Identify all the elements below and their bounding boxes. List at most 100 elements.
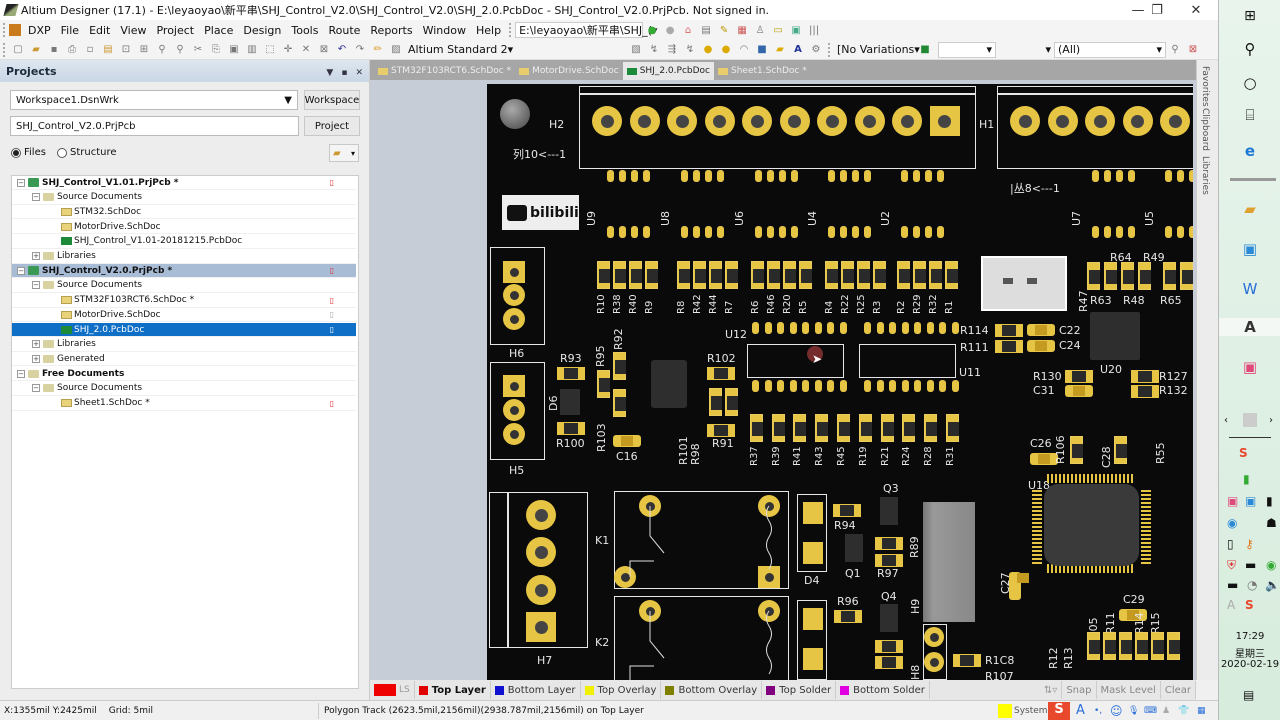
notification-icon[interactable]: ▤	[1243, 688, 1254, 702]
favorites-tab[interactable]: Favorites	[1200, 66, 1210, 107]
ime-mode-icon[interactable]: A	[1227, 598, 1235, 612]
tray-scrollbar[interactable]	[1243, 413, 1257, 427]
collapse-icon[interactable]: −	[32, 281, 40, 290]
qq-icon[interactable]: ☗	[1266, 516, 1277, 530]
tab-stm32f103rct6-schdoc[interactable]: STM32F103RCT6.SchDoc *	[374, 62, 515, 80]
pin-icon[interactable]: ▪	[341, 68, 347, 78]
mask-level-button[interactable]: Mask Level	[1097, 681, 1161, 699]
zoom-area-icon[interactable]: ⊞	[137, 43, 151, 57]
tab-shj-2-0-pcbdoc[interactable]: SHJ_2.0.PcbDoc	[622, 62, 714, 80]
emoji-icon[interactable]: ☺	[1110, 704, 1123, 718]
redo-icon[interactable]: ↷	[353, 43, 367, 57]
tree-item[interactable]: + Generated	[12, 352, 356, 367]
collapse-icon[interactable]: −	[17, 178, 25, 187]
tree-item[interactable]: STM32F103RCT6.SchDoc * ▯	[12, 294, 356, 308]
open-icon[interactable]: ▰	[29, 43, 43, 57]
ime-chinese-icon[interactable]: A	[1076, 703, 1085, 718]
tree-item[interactable]: MotorDrive.SchDoc ▯	[12, 308, 356, 323]
menu-route[interactable]: Route	[323, 24, 365, 37]
pad-icon[interactable]: ●	[701, 43, 715, 57]
open-folder-button[interactable]: ▰ ▾	[329, 144, 359, 162]
copy-icon[interactable]: ⎘	[209, 43, 223, 57]
menu-help[interactable]: Help	[471, 24, 506, 37]
usb-icon[interactable]: ▮	[1243, 472, 1250, 486]
workspace-button[interactable]: Workspace	[304, 90, 360, 110]
toolbox-icon[interactable]: ▦	[1197, 706, 1206, 716]
rubber-stamp-icon[interactable]: ▥	[245, 43, 259, 57]
tree-item[interactable]: − Free Documents	[12, 367, 356, 382]
layer-tab[interactable]: Top Overlay	[581, 681, 662, 699]
route-tool-icon[interactable]: ✎	[717, 23, 731, 37]
display-icon[interactable]: ▬	[1245, 558, 1256, 572]
files-radio[interactable]: Files	[11, 147, 46, 158]
wps-icon[interactable]: W	[1219, 280, 1280, 298]
distribute-icon[interactable]: ▭	[771, 23, 785, 37]
clear-filter-icon[interactable]: ⊠	[1186, 43, 1200, 57]
open-project-icon[interactable]: ▤	[101, 43, 115, 57]
menu-place[interactable]: Place	[199, 24, 238, 37]
clock-time[interactable]: 17:29	[1219, 631, 1280, 642]
expand-icon[interactable]: +	[32, 354, 40, 363]
sogou-tray-icon-2[interactable]: S	[1245, 598, 1254, 612]
phone-icon[interactable]: ▮	[1266, 494, 1273, 508]
arc-icon[interactable]: ◠	[737, 43, 751, 57]
clipboard-tab[interactable]: Clipboard	[1200, 108, 1210, 151]
menu-edit[interactable]: Edit	[84, 24, 115, 37]
polygon-icon[interactable]: ▰	[773, 43, 787, 57]
tree-item[interactable]: + Libraries	[12, 338, 356, 352]
tree-item[interactable]: + Libraries	[12, 250, 356, 264]
menu-reports[interactable]: Reports	[365, 24, 417, 37]
ime-punct-icon[interactable]: •,	[1094, 706, 1102, 716]
snap-button[interactable]: Snap	[1062, 681, 1097, 699]
interactive-route-icon[interactable]: ↯	[647, 43, 661, 57]
security-shield-icon[interactable]: ⛨	[1227, 558, 1236, 573]
align-icon[interactable]: ▦	[735, 23, 749, 37]
clock-date[interactable]: 2020-02-19	[1219, 659, 1280, 670]
toolbar-grip[interactable]	[3, 23, 6, 37]
project-field[interactable]: SHJ_Control_V2.0.PrjPcb	[10, 116, 299, 136]
layer-tab[interactable]: Bottom Overlay	[661, 681, 763, 699]
clear-button[interactable]: Clear	[1161, 681, 1196, 699]
close-button[interactable]: ✕	[1176, 0, 1216, 20]
home-icon[interactable]: ⌂	[681, 23, 695, 37]
altium-taskbar-icon[interactable]: A	[1219, 318, 1280, 336]
windows-start-icon[interactable]: ⊞	[1219, 8, 1280, 24]
battery-icon[interactable]: ▬	[1227, 578, 1238, 592]
zoom-fit-icon[interactable]: ⊡	[119, 43, 133, 57]
string-icon[interactable]: A	[791, 43, 805, 57]
bars-icon[interactable]: |||	[807, 23, 821, 37]
scroll-right-icon[interactable]: ›	[1269, 415, 1273, 426]
libraries-tab[interactable]: Libraries	[1200, 156, 1210, 195]
board-icon[interactable]: ■	[918, 43, 932, 57]
select-area-icon[interactable]: ⬚	[263, 43, 277, 57]
expand-icon[interactable]: +	[32, 340, 40, 349]
tab-sheet1-schdoc[interactable]: Sheet1.SchDoc *	[714, 62, 811, 80]
component-icon[interactable]: ♙	[753, 23, 767, 37]
menu-dxp[interactable]: DXP	[23, 24, 56, 37]
variations-combo[interactable]: [No Variations ▾	[834, 42, 920, 58]
deselect-icon[interactable]: ✕	[299, 43, 313, 57]
update-icon[interactable]: ◉	[1266, 558, 1276, 572]
layer-tab[interactable]: Bottom Solder	[836, 681, 930, 699]
system-label[interactable]: System	[1014, 706, 1048, 716]
tab-motordrive-schdoc[interactable]: MotorDrive.SchDoc	[515, 62, 623, 80]
scroll-left-icon[interactable]: ‹	[1224, 415, 1228, 426]
layer-tab[interactable]: Top Layer	[415, 681, 491, 699]
tree-item[interactable]: SHJ_2.0.PcbDoc ▯	[12, 323, 356, 337]
layer-options-icon[interactable]: ⇅▿	[1040, 681, 1063, 699]
search-icon[interactable]: ⚲	[1219, 40, 1280, 58]
zoom-filter-icon[interactable]: ⚲	[173, 43, 187, 57]
apply-filter-icon[interactable]: ⚲	[1168, 43, 1182, 57]
pcb-3d-view[interactable]: H2 列10<---1 H1 |丛8<---1 bilibili R47 R64…	[487, 84, 1193, 680]
clear-filter-icon[interactable]: ⊠	[317, 43, 331, 57]
collapse-icon[interactable]: −	[17, 369, 25, 378]
clock-weekday[interactable]: 星期三	[1219, 645, 1280, 660]
microphone-icon[interactable]: 🎙	[1128, 706, 1139, 716]
menu-window[interactable]: Window	[418, 24, 471, 37]
panel-close-icon[interactable]: ✕	[355, 68, 363, 78]
tree-item[interactable]: − Source Documents	[12, 279, 356, 293]
tree-item[interactable]: − SHJ_Control_V1.01.PrjPcb * ▯	[12, 176, 356, 190]
keyboard-icon[interactable]: ⌨	[1144, 706, 1157, 716]
menu-tools[interactable]: Tools	[286, 24, 323, 37]
layer-tab[interactable]: Bottom Layer	[491, 681, 581, 699]
